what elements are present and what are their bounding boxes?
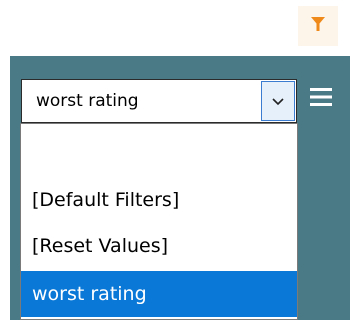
chevron-down-icon [271, 92, 285, 111]
filter-select-value: worst rating [36, 91, 139, 111]
option-worst-rating[interactable]: worst rating [21, 271, 297, 317]
option-reset-values[interactable]: [Reset Values] [21, 223, 297, 269]
menu-button[interactable] [306, 84, 336, 114]
funnel-icon [310, 16, 326, 36]
dropdown-toggle-button[interactable] [261, 81, 295, 121]
filter-button[interactable] [298, 6, 338, 46]
option-empty[interactable] [21, 127, 297, 173]
filter-options-list: [Default Filters] [Reset Values] worst r… [20, 123, 298, 320]
hamburger-menu-icon [309, 86, 333, 112]
filter-select[interactable]: worst rating [21, 79, 297, 123]
option-default-filters[interactable]: [Default Filters] [21, 177, 297, 223]
